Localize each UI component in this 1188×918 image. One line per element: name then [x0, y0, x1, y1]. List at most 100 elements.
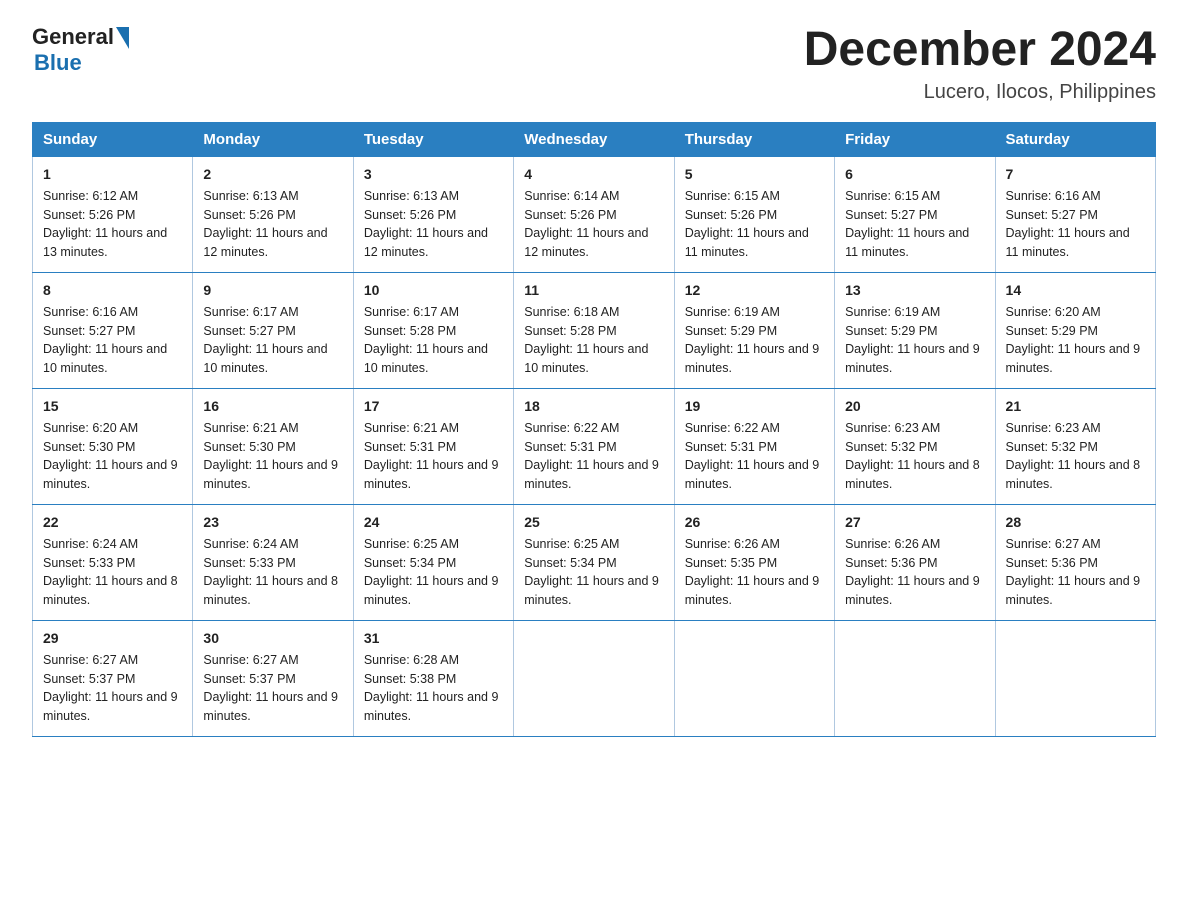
calendar-cell: 15 Sunrise: 6:20 AMSunset: 5:30 PMDaylig…	[33, 388, 193, 504]
day-number: 16	[203, 396, 342, 417]
cell-info: Sunrise: 6:17 AMSunset: 5:28 PMDaylight:…	[364, 305, 488, 375]
day-number: 25	[524, 512, 663, 533]
calendar-cell: 22 Sunrise: 6:24 AMSunset: 5:33 PMDaylig…	[33, 504, 193, 620]
logo-general-text: General	[32, 24, 114, 50]
calendar-cell: 18 Sunrise: 6:22 AMSunset: 5:31 PMDaylig…	[514, 388, 674, 504]
day-number: 19	[685, 396, 824, 417]
cell-info: Sunrise: 6:21 AMSunset: 5:31 PMDaylight:…	[364, 421, 499, 491]
logo: General Blue	[32, 24, 129, 76]
calendar-cell	[514, 620, 674, 736]
calendar-cell: 28 Sunrise: 6:27 AMSunset: 5:36 PMDaylig…	[995, 504, 1155, 620]
cell-info: Sunrise: 6:26 AMSunset: 5:35 PMDaylight:…	[685, 537, 820, 607]
calendar-table: SundayMondayTuesdayWednesdayThursdayFrid…	[32, 122, 1156, 737]
day-number: 7	[1006, 164, 1145, 185]
calendar-cell: 25 Sunrise: 6:25 AMSunset: 5:34 PMDaylig…	[514, 504, 674, 620]
calendar-cell: 23 Sunrise: 6:24 AMSunset: 5:33 PMDaylig…	[193, 504, 353, 620]
calendar-week-row: 15 Sunrise: 6:20 AMSunset: 5:30 PMDaylig…	[33, 388, 1156, 504]
cell-info: Sunrise: 6:15 AMSunset: 5:26 PMDaylight:…	[685, 189, 809, 259]
cell-info: Sunrise: 6:27 AMSunset: 5:37 PMDaylight:…	[43, 653, 178, 723]
page-header: General Blue December 2024 Lucero, Iloco…	[32, 24, 1156, 104]
calendar-body: 1 Sunrise: 6:12 AMSunset: 5:26 PMDayligh…	[33, 156, 1156, 736]
calendar-cell: 1 Sunrise: 6:12 AMSunset: 5:26 PMDayligh…	[33, 156, 193, 272]
day-number: 11	[524, 280, 663, 301]
day-number: 22	[43, 512, 182, 533]
day-number: 21	[1006, 396, 1145, 417]
cell-info: Sunrise: 6:21 AMSunset: 5:30 PMDaylight:…	[203, 421, 338, 491]
day-number: 26	[685, 512, 824, 533]
calendar-cell: 26 Sunrise: 6:26 AMSunset: 5:35 PMDaylig…	[674, 504, 834, 620]
header-cell-wednesday: Wednesday	[514, 122, 674, 156]
month-title: December 2024	[804, 24, 1156, 77]
calendar-cell: 14 Sunrise: 6:20 AMSunset: 5:29 PMDaylig…	[995, 272, 1155, 388]
cell-info: Sunrise: 6:28 AMSunset: 5:38 PMDaylight:…	[364, 653, 499, 723]
cell-info: Sunrise: 6:22 AMSunset: 5:31 PMDaylight:…	[685, 421, 820, 491]
day-number: 1	[43, 164, 182, 185]
cell-info: Sunrise: 6:12 AMSunset: 5:26 PMDaylight:…	[43, 189, 167, 259]
day-number: 14	[1006, 280, 1145, 301]
cell-info: Sunrise: 6:20 AMSunset: 5:29 PMDaylight:…	[1006, 305, 1141, 375]
calendar-cell: 21 Sunrise: 6:23 AMSunset: 5:32 PMDaylig…	[995, 388, 1155, 504]
cell-info: Sunrise: 6:13 AMSunset: 5:26 PMDaylight:…	[364, 189, 488, 259]
calendar-cell: 16 Sunrise: 6:21 AMSunset: 5:30 PMDaylig…	[193, 388, 353, 504]
header-cell-monday: Monday	[193, 122, 353, 156]
cell-info: Sunrise: 6:26 AMSunset: 5:36 PMDaylight:…	[845, 537, 980, 607]
calendar-cell: 2 Sunrise: 6:13 AMSunset: 5:26 PMDayligh…	[193, 156, 353, 272]
calendar-week-row: 29 Sunrise: 6:27 AMSunset: 5:37 PMDaylig…	[33, 620, 1156, 736]
day-number: 30	[203, 628, 342, 649]
title-area: December 2024 Lucero, Ilocos, Philippine…	[804, 24, 1156, 104]
calendar-cell: 13 Sunrise: 6:19 AMSunset: 5:29 PMDaylig…	[835, 272, 995, 388]
calendar-cell: 30 Sunrise: 6:27 AMSunset: 5:37 PMDaylig…	[193, 620, 353, 736]
cell-info: Sunrise: 6:24 AMSunset: 5:33 PMDaylight:…	[43, 537, 178, 607]
calendar-week-row: 1 Sunrise: 6:12 AMSunset: 5:26 PMDayligh…	[33, 156, 1156, 272]
calendar-cell: 20 Sunrise: 6:23 AMSunset: 5:32 PMDaylig…	[835, 388, 995, 504]
day-number: 17	[364, 396, 503, 417]
calendar-cell: 12 Sunrise: 6:19 AMSunset: 5:29 PMDaylig…	[674, 272, 834, 388]
day-number: 10	[364, 280, 503, 301]
cell-info: Sunrise: 6:23 AMSunset: 5:32 PMDaylight:…	[845, 421, 980, 491]
logo-arrow-icon	[116, 27, 129, 49]
cell-info: Sunrise: 6:17 AMSunset: 5:27 PMDaylight:…	[203, 305, 327, 375]
calendar-cell: 3 Sunrise: 6:13 AMSunset: 5:26 PMDayligh…	[353, 156, 513, 272]
header-row: SundayMondayTuesdayWednesdayThursdayFrid…	[33, 122, 1156, 156]
cell-info: Sunrise: 6:25 AMSunset: 5:34 PMDaylight:…	[524, 537, 659, 607]
calendar-header: SundayMondayTuesdayWednesdayThursdayFrid…	[33, 122, 1156, 156]
cell-info: Sunrise: 6:23 AMSunset: 5:32 PMDaylight:…	[1006, 421, 1141, 491]
header-cell-friday: Friday	[835, 122, 995, 156]
calendar-cell	[674, 620, 834, 736]
day-number: 8	[43, 280, 182, 301]
cell-info: Sunrise: 6:16 AMSunset: 5:27 PMDaylight:…	[1006, 189, 1130, 259]
cell-info: Sunrise: 6:22 AMSunset: 5:31 PMDaylight:…	[524, 421, 659, 491]
day-number: 24	[364, 512, 503, 533]
cell-info: Sunrise: 6:19 AMSunset: 5:29 PMDaylight:…	[685, 305, 820, 375]
day-number: 12	[685, 280, 824, 301]
header-cell-sunday: Sunday	[33, 122, 193, 156]
header-cell-saturday: Saturday	[995, 122, 1155, 156]
day-number: 6	[845, 164, 984, 185]
cell-info: Sunrise: 6:24 AMSunset: 5:33 PMDaylight:…	[203, 537, 338, 607]
calendar-cell: 17 Sunrise: 6:21 AMSunset: 5:31 PMDaylig…	[353, 388, 513, 504]
calendar-cell: 8 Sunrise: 6:16 AMSunset: 5:27 PMDayligh…	[33, 272, 193, 388]
day-number: 31	[364, 628, 503, 649]
calendar-cell: 4 Sunrise: 6:14 AMSunset: 5:26 PMDayligh…	[514, 156, 674, 272]
day-number: 13	[845, 280, 984, 301]
cell-info: Sunrise: 6:27 AMSunset: 5:37 PMDaylight:…	[203, 653, 338, 723]
cell-info: Sunrise: 6:15 AMSunset: 5:27 PMDaylight:…	[845, 189, 969, 259]
day-number: 2	[203, 164, 342, 185]
cell-info: Sunrise: 6:25 AMSunset: 5:34 PMDaylight:…	[364, 537, 499, 607]
cell-info: Sunrise: 6:14 AMSunset: 5:26 PMDaylight:…	[524, 189, 648, 259]
calendar-cell	[995, 620, 1155, 736]
cell-info: Sunrise: 6:27 AMSunset: 5:36 PMDaylight:…	[1006, 537, 1141, 607]
day-number: 28	[1006, 512, 1145, 533]
calendar-cell: 11 Sunrise: 6:18 AMSunset: 5:28 PMDaylig…	[514, 272, 674, 388]
calendar-week-row: 8 Sunrise: 6:16 AMSunset: 5:27 PMDayligh…	[33, 272, 1156, 388]
calendar-cell: 27 Sunrise: 6:26 AMSunset: 5:36 PMDaylig…	[835, 504, 995, 620]
calendar-cell: 19 Sunrise: 6:22 AMSunset: 5:31 PMDaylig…	[674, 388, 834, 504]
day-number: 29	[43, 628, 182, 649]
header-cell-tuesday: Tuesday	[353, 122, 513, 156]
calendar-cell: 24 Sunrise: 6:25 AMSunset: 5:34 PMDaylig…	[353, 504, 513, 620]
logo-blue-text: Blue	[34, 50, 82, 76]
day-number: 20	[845, 396, 984, 417]
location-subtitle: Lucero, Ilocos, Philippines	[804, 81, 1156, 104]
cell-info: Sunrise: 6:20 AMSunset: 5:30 PMDaylight:…	[43, 421, 178, 491]
day-number: 3	[364, 164, 503, 185]
